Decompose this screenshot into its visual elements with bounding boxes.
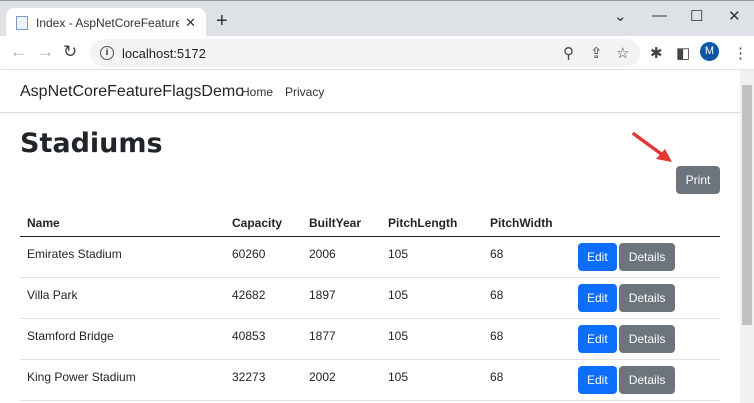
cell-actions: Edit Details [571,236,720,278]
close-window-icon[interactable]: ✕ [728,7,741,25]
cell-capacity: 60260 [225,236,302,278]
back-icon[interactable]: ← [10,42,27,62]
tab-search-icon[interactable]: ⌄ [614,7,627,25]
header-name: Name [20,210,225,237]
cell-name: Stamford Bridge [20,318,225,360]
details-button[interactable]: Details [618,365,676,394]
zoom-icon[interactable]: ⚲ [563,44,574,62]
header-pitchlength: PitchLength [381,210,483,237]
new-tab-icon[interactable]: + [216,10,228,33]
cell-builtyear: 2002 [302,359,381,401]
page-content: AspNetCoreFeatureFlagsDemo Home Privacy … [0,70,740,403]
cell-capacity: 40853 [225,318,302,360]
cell-pitchlength: 105 [381,236,483,278]
minimize-icon[interactable]: — [652,7,667,24]
reload-icon[interactable]: ↻ [63,42,77,62]
cell-pitchwidth: 68 [483,236,571,278]
share-icon[interactable]: ⇪ [590,44,603,62]
details-button[interactable]: Details [618,324,676,353]
cell-actions: Edit Details [571,318,720,360]
avatar[interactable]: M [700,42,719,61]
scrollbar[interactable] [740,70,754,403]
table-row: Villa Park 42682 1897 105 68 Edit Details [20,277,720,319]
cell-pitchlength: 105 [381,318,483,360]
menu-icon[interactable]: ⋮ [733,44,748,62]
browser-toolbar: ← → ↻ i localhost:5172 ⚲ ⇪ ☆ ✱ ◧ M ⋮ [0,36,754,70]
cell-name: King Power Stadium [20,359,225,401]
info-icon[interactable]: i [100,46,114,60]
nav-privacy[interactable]: Privacy [285,85,324,99]
scrollbar-thumb[interactable] [742,85,752,325]
edit-button[interactable]: Edit [578,324,617,353]
bookmark-star-icon[interactable]: ☆ [616,44,629,62]
edit-button[interactable]: Edit [578,283,617,312]
cell-name: Villa Park [20,277,225,319]
cell-actions: Edit Details [571,359,720,401]
extensions-icon[interactable]: ✱ [650,44,663,62]
cell-builtyear: 1877 [302,318,381,360]
cell-pitchwidth: 68 [483,277,571,319]
edit-button[interactable]: Edit [578,365,617,394]
header-capacity: Capacity [225,210,302,237]
arrow-annotation-icon [632,132,672,162]
header-actions [571,210,720,237]
cell-builtyear: 1897 [302,277,381,319]
cell-name: Emirates Stadium [20,236,225,278]
details-button[interactable]: Details [618,283,676,312]
cell-pitchwidth: 68 [483,359,571,401]
header-pitchwidth: PitchWidth [483,210,571,237]
stadiums-table: Name Capacity BuiltYear PitchLength Pitc… [20,210,720,401]
forward-icon[interactable]: → [37,42,54,62]
cell-capacity: 32273 [225,359,302,401]
table-row: Stamford Bridge 40853 1877 105 68 Edit Details [20,318,720,360]
site-navbar: AspNetCoreFeatureFlagsDemo Home Privacy [0,70,740,113]
tab-strip: Index - AspNetCoreFeatureFlagsDemo ✕ + ⌄… [0,0,754,37]
close-tab-icon[interactable]: ✕ [185,15,196,31]
cell-pitchwidth: 68 [483,318,571,360]
tab-title: Index - AspNetCoreFeatureFlagsDemo [36,15,180,30]
nav-home[interactable]: Home [241,85,273,99]
page-title: Stadiums [20,128,163,159]
url-text: localhost:5172 [122,45,206,61]
header-builtyear: BuiltYear [302,210,381,237]
details-button[interactable]: Details [618,242,676,271]
cell-actions: Edit Details [571,277,720,319]
maximize-icon[interactable]: ☐ [690,7,703,25]
table-header: Name Capacity BuiltYear PitchLength Pitc… [20,210,720,237]
cell-pitchlength: 105 [381,359,483,401]
browser-tab[interactable]: Index - AspNetCoreFeatureFlagsDemo ✕ [6,8,206,37]
print-button[interactable]: Print [676,166,720,194]
table-row: Emirates Stadium 60260 2006 105 68 Edit Detail… [20,236,720,278]
cell-pitchlength: 105 [381,277,483,319]
cell-capacity: 42682 [225,277,302,319]
edit-button[interactable]: Edit [578,242,617,271]
side-panel-icon[interactable]: ◧ [676,44,690,62]
table-row: King Power Stadium 32273 2002 105 68 Edit Deta… [20,359,720,401]
page-icon [16,15,28,30]
address-bar[interactable]: i localhost:5172 [90,39,640,67]
cell-builtyear: 2006 [302,236,381,278]
brand-link[interactable]: AspNetCoreFeatureFlagsDemo [20,83,244,101]
